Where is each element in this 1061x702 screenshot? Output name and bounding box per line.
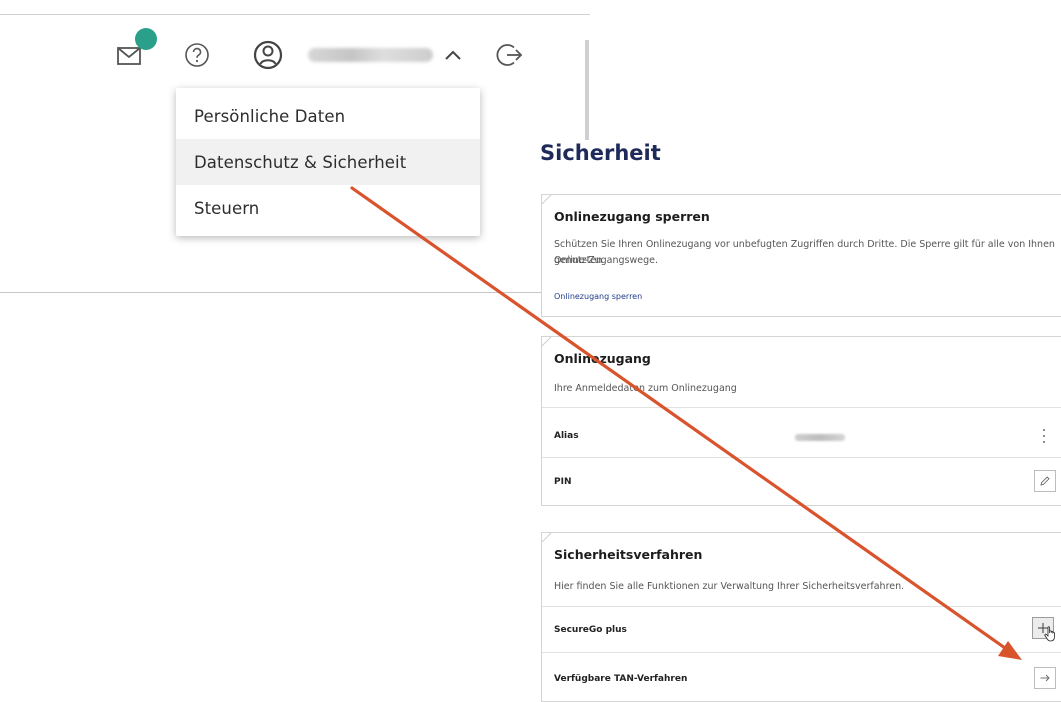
row-divider	[542, 652, 1061, 653]
card-online-access: Onlinezugang Ihre Anmeldedaten zum Onlin…	[541, 336, 1061, 506]
user-icon	[253, 40, 283, 70]
hand-cursor-icon	[1044, 626, 1055, 642]
user-menu-toggle[interactable]	[436, 38, 470, 72]
card-corner-mark	[542, 533, 552, 543]
user-name-redacted	[308, 48, 433, 62]
header-bottom-border	[0, 292, 580, 293]
header-scrollbar[interactable]	[585, 40, 589, 140]
edit-pin-button[interactable]	[1034, 470, 1056, 492]
row-divider	[542, 457, 1061, 458]
pencil-icon	[1040, 476, 1050, 486]
menu-item-personal-data[interactable]: Persönliche Daten	[176, 93, 480, 139]
logout-button[interactable]	[493, 38, 527, 72]
lock-access-link[interactable]: Onlinezugang sperren	[554, 292, 642, 301]
tan-methods-label: Verfügbare TAN-Verfahren	[554, 674, 688, 684]
card-corner-mark	[542, 195, 552, 205]
logout-icon	[496, 44, 523, 66]
user-menu-button[interactable]	[251, 38, 285, 72]
user-dropdown-menu: Persönliche Daten Datenschutz & Sicherhe…	[176, 88, 480, 236]
card-subtitle: Ihre Anmeldedaten zum Onlinezugang	[554, 383, 737, 394]
card-corner-mark	[542, 337, 552, 347]
header-top-border	[0, 14, 590, 15]
card-security-methods: Sicherheitsverfahren Hier finden Sie all…	[541, 532, 1061, 702]
row-divider	[542, 606, 1061, 607]
help-icon	[185, 43, 209, 67]
notification-badge	[135, 28, 157, 50]
tan-methods-button[interactable]	[1034, 667, 1056, 689]
alias-value-redacted	[795, 434, 845, 441]
alias-label: Alias	[554, 431, 579, 441]
chevron-up-icon	[445, 50, 461, 60]
card-title: Onlinezugang sperren	[554, 209, 710, 224]
pin-label: PIN	[554, 477, 572, 487]
card-description-line2: Online-Zugangswege.	[554, 255, 658, 266]
alias-more-icon[interactable]	[1041, 429, 1047, 443]
card-subtitle: Hier finden Sie alle Funktionen zur Verw…	[554, 581, 905, 592]
menu-item-taxes[interactable]: Steuern	[176, 185, 480, 231]
card-lock-access: Onlinezugang sperren Schützen Sie Ihren …	[541, 194, 1061, 317]
securego-label: SecureGo plus	[554, 625, 627, 635]
help-button[interactable]	[180, 38, 214, 72]
row-divider	[542, 407, 1061, 408]
card-title: Sicherheitsverfahren	[554, 547, 703, 562]
arrow-right-icon	[1040, 674, 1050, 682]
menu-item-privacy-security[interactable]: Datenschutz & Sicherheit	[176, 139, 480, 185]
page-title: Sicherheit	[540, 141, 661, 165]
card-title: Onlinezugang	[554, 351, 651, 366]
